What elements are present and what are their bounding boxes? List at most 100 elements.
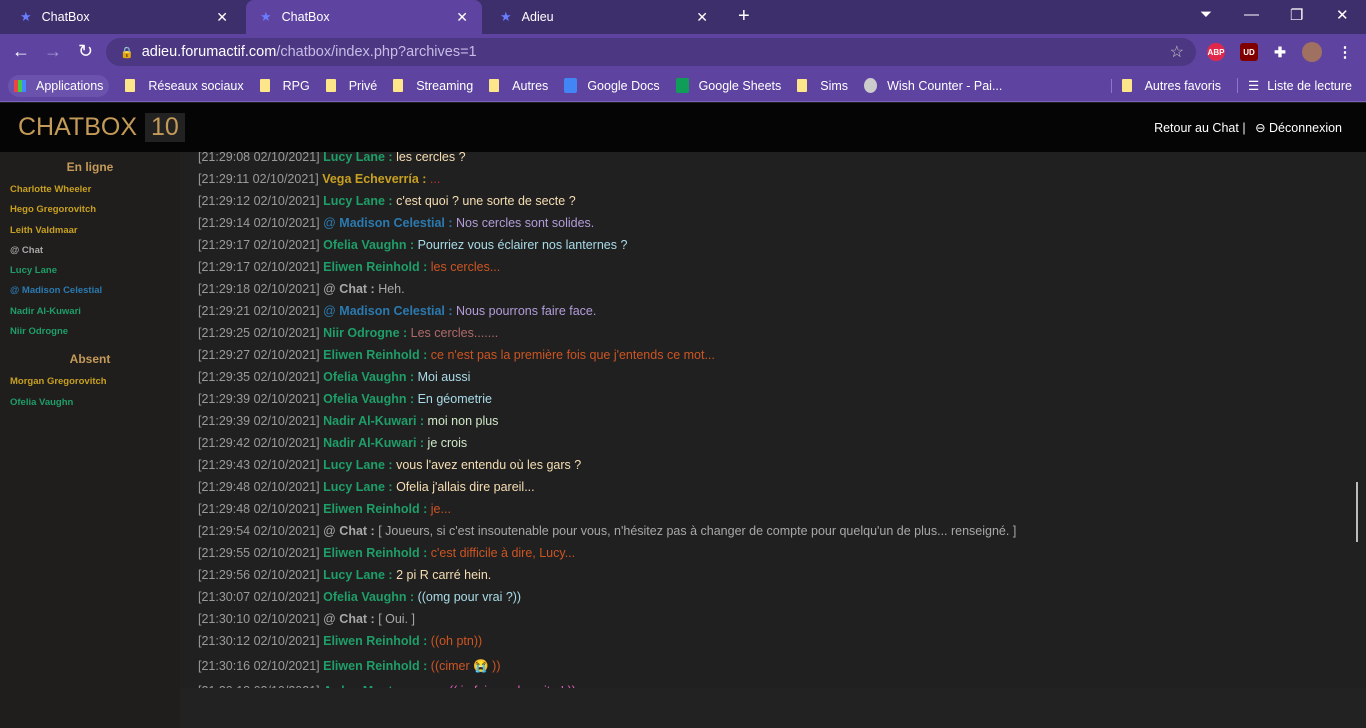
tab-search-icon[interactable]: ⏷ [1200, 6, 1212, 23]
bookmark-google-sheets[interactable]: Google Sheets [675, 78, 781, 93]
bookmark-folder[interactable]: Réseaux sociaux [125, 79, 244, 93]
user-item[interactable]: Leith Valdmaar [0, 225, 180, 245]
adblock-icon[interactable]: ABP [1207, 43, 1225, 61]
star-favicon-icon: ★ [500, 9, 512, 24]
close-window-button[interactable]: ✕ [1336, 6, 1349, 24]
message-row: [21:29:18 02/10/2021] @ Chat : Heh. [198, 278, 1016, 300]
message-row: [21:29:35 02/10/2021] Ofelia Vaughn : Mo… [198, 366, 1016, 388]
message-timestamp: [21:29:39 02/10/2021] [198, 392, 320, 406]
message-author[interactable]: Vega Echeverría [322, 172, 419, 186]
message-row: [21:29:11 02/10/2021] Vega Echeverría : … [198, 168, 1016, 190]
message-author[interactable]: Eliwen Reinhold [323, 260, 420, 274]
message-author[interactable]: Eliwen Reinhold [323, 502, 420, 516]
menu-icon[interactable]: ⋮ [1336, 43, 1354, 61]
message-row: [21:29:42 02/10/2021] Nadir Al-Kuwari : … [198, 432, 1016, 454]
bookmark-google-docs[interactable]: Google Docs [564, 78, 660, 93]
close-tab-icon[interactable]: ✕ [456, 9, 468, 26]
user-item[interactable]: Morgan Gregorovitch [0, 376, 180, 396]
message-author[interactable]: Chat [339, 612, 367, 626]
message-author[interactable]: Ofelia Vaughn [323, 392, 406, 406]
tab-adieu[interactable]: ★ Adieu ✕ [486, 0, 722, 34]
google-sheets-icon [675, 78, 689, 93]
bookmark-folder[interactable]: RPG [259, 79, 310, 93]
restore-button[interactable]: ❐ [1290, 6, 1303, 24]
bookmark-wish-counter[interactable]: Wish Counter - Pai... [864, 78, 1002, 93]
message-row: [21:29:55 02/10/2021] Eliwen Reinhold : … [198, 542, 1016, 564]
bookmark-applications[interactable]: Applications [8, 74, 110, 97]
message-author[interactable]: Lucy Lane [323, 194, 385, 208]
message-row: [21:29:48 02/10/2021] Lucy Lane : Ofelia… [198, 476, 1016, 498]
user-item[interactable]: Niir Odrogne [0, 326, 180, 346]
message-author[interactable]: Ofelia Vaughn [323, 590, 406, 604]
user-count: 10 [145, 113, 185, 142]
message-author[interactable]: Ofelia Vaughn [323, 238, 406, 252]
reading-list[interactable]: ☰ Liste de lecture [1237, 78, 1352, 93]
message-author[interactable]: Eliwen Reinhold [323, 348, 420, 362]
bookmark-folder[interactable]: Sims [797, 79, 848, 93]
other-bookmarks[interactable]: Autres favoris [1110, 78, 1221, 93]
address-bar[interactable]: 🔒 adieu.forumactif.com/chatbox/index.php… [106, 38, 1196, 66]
scrollbar[interactable] [1356, 482, 1358, 542]
close-tab-icon[interactable]: ✕ [696, 9, 708, 26]
ublock-icon[interactable]: UD [1240, 43, 1258, 61]
profile-avatar[interactable] [1302, 42, 1322, 62]
minimize-button[interactable]: — [1244, 6, 1259, 23]
message-author[interactable]: Ofelia Vaughn [323, 370, 406, 384]
message-author[interactable]: Lucy Lane [323, 152, 385, 164]
user-item[interactable]: Charlotte Wheeler [0, 184, 180, 204]
bookmark-folder[interactable]: Privé [325, 79, 377, 93]
reload-button[interactable]: ↻ [78, 41, 93, 62]
message-author[interactable]: Lucy Lane [323, 480, 385, 494]
forward-button[interactable]: → [44, 41, 62, 62]
mod-prefix: @ [323, 524, 340, 538]
folder-icon [1121, 79, 1132, 92]
message-author[interactable]: Eliwen Reinhold [323, 634, 420, 648]
message-author[interactable]: Lucy Lane [323, 568, 385, 582]
bookmark-folder[interactable]: Autres [489, 79, 548, 93]
message-text: Nos cercles sont solides. [456, 216, 595, 230]
extensions-icon[interactable]: ✚ [1271, 43, 1289, 61]
message-timestamp: [21:29:55 02/10/2021] [198, 546, 320, 560]
tab-chatbox-2[interactable]: ★ ChatBox ✕ [246, 0, 482, 34]
user-item[interactable]: @ Chat [0, 245, 180, 265]
message-text: moi non plus [427, 414, 499, 428]
author-colon: : [406, 392, 418, 406]
message-row: [21:29:27 02/10/2021] Eliwen Reinhold : … [198, 344, 1016, 366]
online-heading: En ligne [66, 160, 114, 174]
message-text: [ Joueurs, si c'est insoutenable pour vo… [378, 524, 1017, 538]
message-list[interactable]: [21:29:08 02/10/2021] Lucy Lane : les ce… [180, 152, 1360, 688]
chatbox-header: CHATBOX 10 Retour au Chat | ⊖ Déconnexion [0, 103, 1366, 152]
back-button[interactable]: ← [12, 41, 30, 62]
bookmark-folder[interactable]: Streaming [393, 79, 473, 93]
logout-link[interactable]: Déconnexion [1269, 121, 1342, 135]
close-tab-icon[interactable]: ✕ [216, 9, 228, 26]
message-author[interactable]: Nadir Al-Kuwari [323, 436, 416, 450]
message-author[interactable]: Chat [339, 282, 367, 296]
user-item[interactable]: Hego Gregorovitch [0, 204, 180, 224]
message-author[interactable]: Madison Celestial [339, 304, 445, 318]
author-colon: : [399, 326, 411, 340]
new-tab-button[interactable]: + [738, 5, 750, 28]
message-author[interactable]: Madison Celestial [339, 216, 445, 230]
message-row: [21:29:43 02/10/2021] Lucy Lane : vous l… [198, 454, 1016, 476]
message-author[interactable]: Chat [339, 524, 367, 538]
message-text: ce n'est pas la première fois que j'ente… [430, 348, 715, 362]
user-item[interactable]: Lucy Lane [0, 265, 180, 285]
message-author[interactable]: Niir Odrogne [323, 326, 399, 340]
message-row: [21:29:56 02/10/2021] Lucy Lane : 2 pi R… [198, 564, 1016, 586]
author-colon: : [419, 260, 431, 274]
message-timestamp: [21:30:10 02/10/2021] [198, 612, 320, 626]
message-author[interactable]: Nadir Al-Kuwari [323, 414, 416, 428]
message-author[interactable]: Lucy Lane [323, 458, 385, 472]
message-row: [21:29:25 02/10/2021] Niir Odrogne : Les… [198, 322, 1016, 344]
author-colon: : [406, 370, 418, 384]
user-item[interactable]: Nadir Al-Kuwari [0, 306, 180, 326]
back-to-chat-link[interactable]: Retour au Chat [1154, 121, 1239, 135]
user-item[interactable]: Ofelia Vaughn [0, 397, 180, 417]
user-item[interactable]: @ Madison Celestial [0, 285, 180, 305]
tab-chatbox-1[interactable]: ★ ChatBox ✕ [6, 0, 242, 34]
bookmark-star-icon[interactable]: ☆ [1170, 42, 1184, 62]
message-author[interactable]: Eliwen Reinhold [323, 659, 420, 673]
message-text: ((oh ptn)) [430, 634, 483, 648]
message-author[interactable]: Eliwen Reinhold [323, 546, 420, 560]
